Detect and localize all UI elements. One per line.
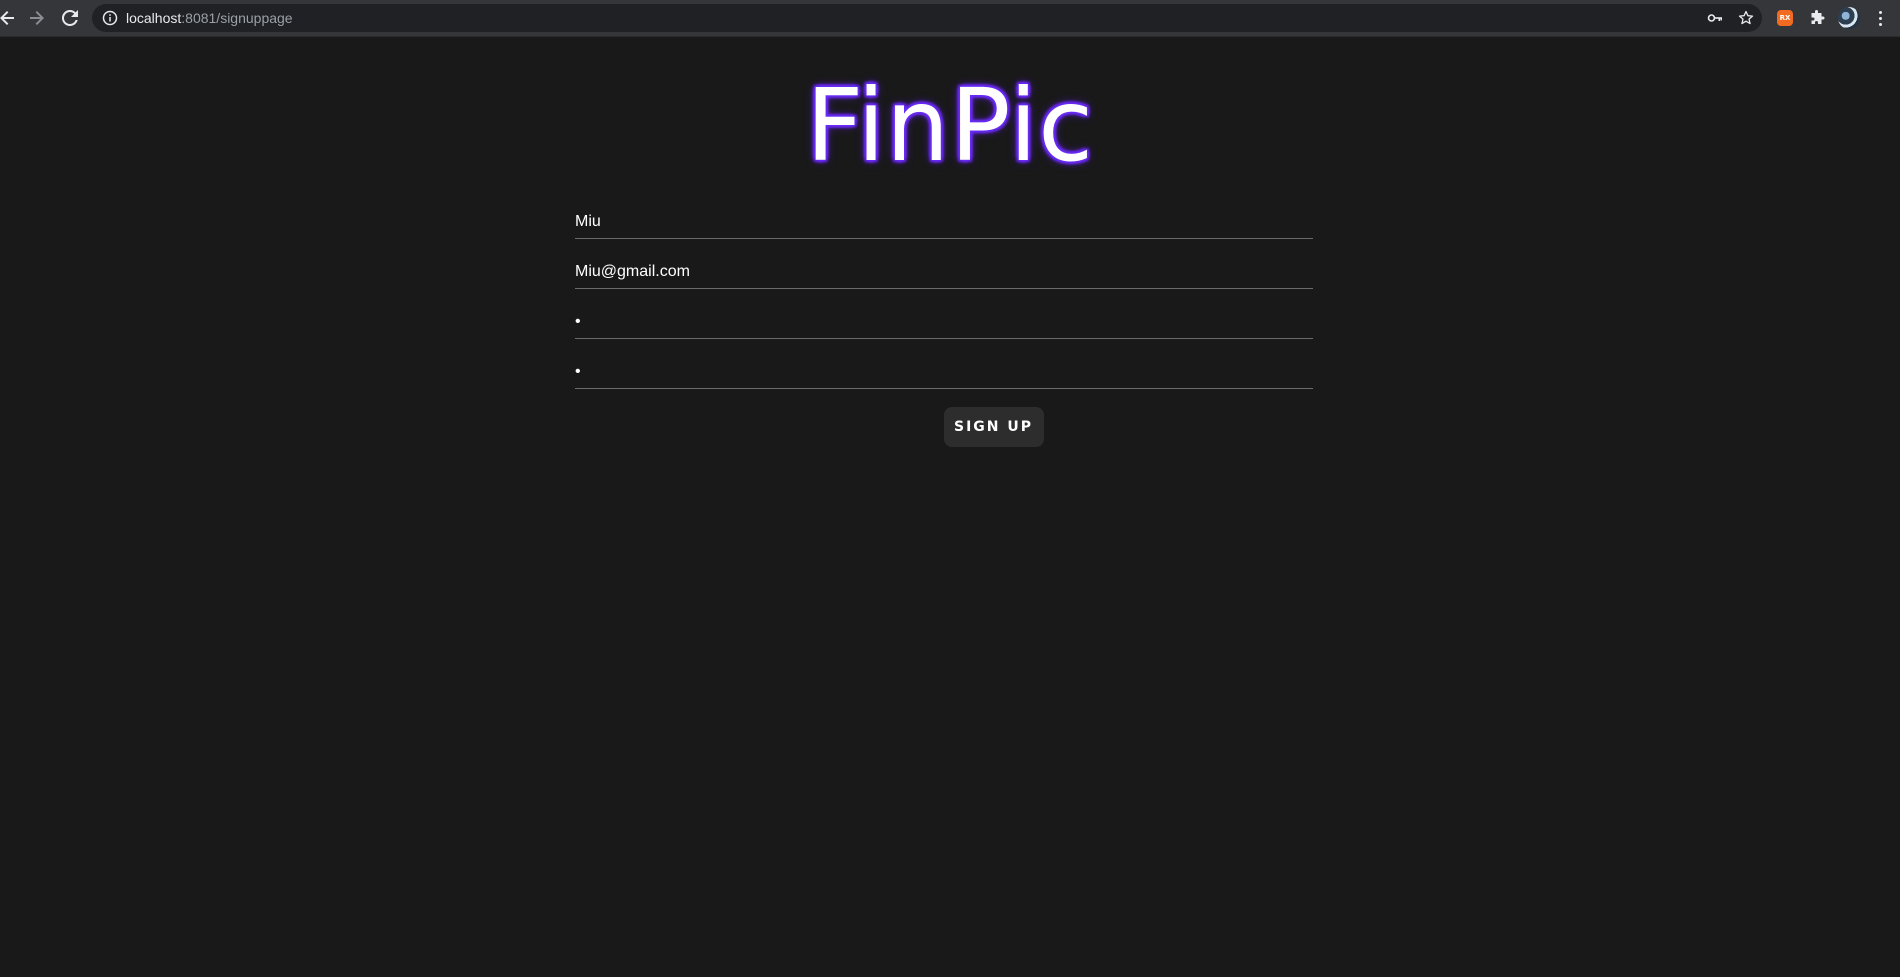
rx-extension-button[interactable]: RX <box>1775 8 1795 28</box>
confirm-password-field-wrapper <box>575 339 1313 389</box>
bookmark-button[interactable] <box>1737 9 1755 27</box>
reload-icon <box>62 10 78 26</box>
email-field-wrapper <box>575 239 1313 289</box>
name-input[interactable] <box>575 205 1313 239</box>
rx-extension-icon: RX <box>1777 10 1793 26</box>
forward-button[interactable] <box>26 6 48 30</box>
signup-form <box>575 189 1313 389</box>
extensions-button[interactable] <box>1807 8 1827 28</box>
browser-toolbar: localhost:8081/signuppage RX <box>0 0 1900 37</box>
url-path: :8081/signuppage <box>181 10 293 26</box>
signup-button[interactable]: Sign Up <box>943 407 1044 447</box>
key-icon <box>1707 14 1722 22</box>
reload-button[interactable] <box>59 6 81 30</box>
password-field-wrapper <box>575 289 1313 339</box>
submit-row: Sign Up <box>0 407 1900 447</box>
back-button[interactable] <box>0 6 18 30</box>
profile-avatar[interactable] <box>1838 7 1860 29</box>
url-text[interactable]: localhost:8081/signuppage <box>126 10 293 26</box>
arrow-right-icon <box>30 11 44 25</box>
app-logo: FinPic <box>805 67 1095 184</box>
address-bar[interactable]: localhost:8081/signuppage <box>92 4 1762 32</box>
email-input[interactable] <box>575 255 1313 289</box>
puzzle-icon <box>1811 10 1825 24</box>
password-input[interactable] <box>575 305 1313 339</box>
password-key-button[interactable] <box>1706 9 1724 27</box>
signup-page: FinPic Sign Up <box>0 37 1900 977</box>
url-host: localhost <box>126 10 182 26</box>
confirm-password-input[interactable] <box>575 355 1313 389</box>
more-vert-icon[interactable] <box>1874 8 1886 28</box>
star-icon <box>1738 10 1754 25</box>
arrow-left-icon <box>0 11 14 25</box>
name-field-wrapper <box>575 189 1313 239</box>
info-icon[interactable] <box>102 10 118 26</box>
